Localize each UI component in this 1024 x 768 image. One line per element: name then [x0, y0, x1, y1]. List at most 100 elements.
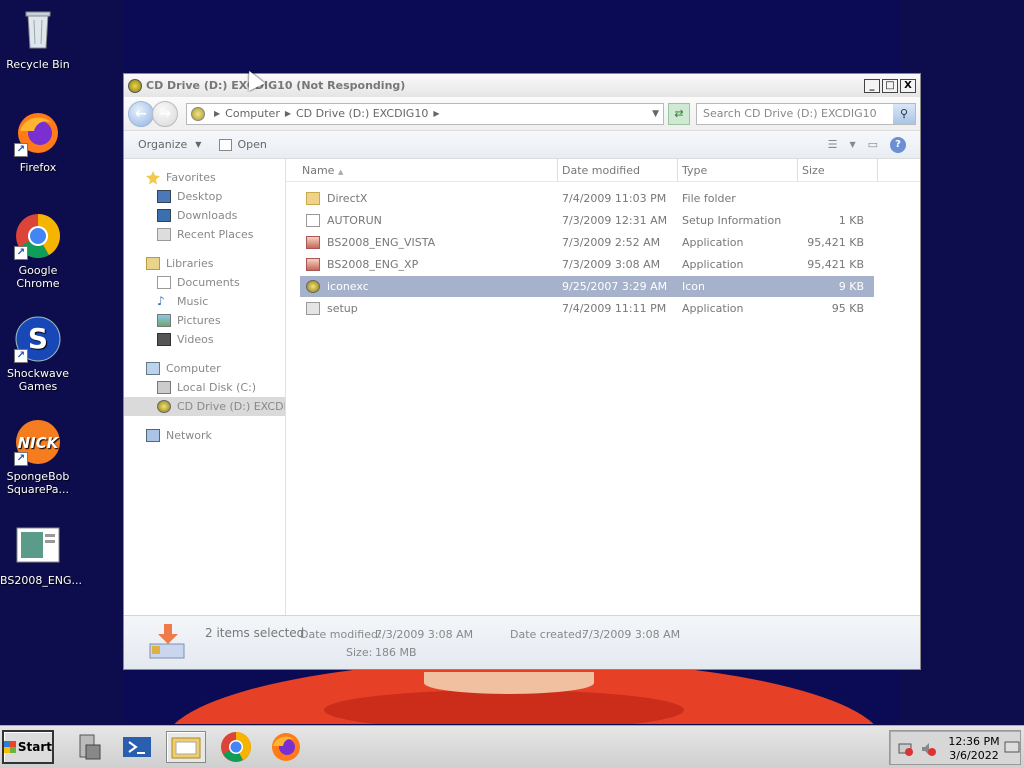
music-icon: ♪ — [157, 294, 165, 308]
open-icon — [219, 138, 233, 151]
date-created-value: 7/3/2009 3:08 AM — [582, 628, 681, 641]
taskbar-chrome[interactable] — [220, 731, 252, 763]
search-icon[interactable]: ⚲ — [893, 103, 915, 124]
file-type: File folder — [682, 192, 736, 205]
size-label: Size: — [346, 646, 373, 659]
desktop-icon-spongebob[interactable]: NICK ↗ SpongeBob SquarePa... — [0, 418, 76, 496]
file-size: 95,421 KB — [807, 258, 864, 271]
open-label: Open — [237, 138, 267, 151]
selection-count: 2 items selected — [205, 626, 305, 640]
close-button[interactable]: X — [900, 78, 916, 93]
breadcrumb-cd-drive[interactable]: CD Drive (D:) EXCDIG10 — [296, 107, 428, 120]
show-desktop-icon[interactable] — [1004, 741, 1020, 755]
nav-network[interactable]: Network — [124, 426, 285, 445]
preview-pane-icon[interactable]: ▭ — [868, 138, 878, 151]
forward-button[interactable]: → — [152, 100, 178, 127]
file-row[interactable]: setup 7/4/2009 11:11 PM Application 95 K… — [300, 298, 874, 319]
desktop-icon-firefox[interactable]: ↗ Firefox — [0, 109, 76, 174]
server-manager-icon — [79, 734, 101, 760]
nav-label: Libraries — [166, 257, 214, 270]
nav-label: Documents — [177, 276, 240, 289]
column-name[interactable]: Name ▲ — [286, 159, 558, 181]
file-row-selected[interactable]: iconexc 9/25/2007 3:29 AM Icon 9 KB — [300, 276, 874, 297]
chevron-down-icon[interactable]: ▼ — [849, 140, 855, 149]
column-label: Date modified — [562, 164, 640, 177]
navigation-pane: Favorites Desktop Downloads Recent Place… — [124, 159, 286, 615]
chevron-down-icon[interactable]: ▼ — [652, 109, 659, 119]
svg-text:NICK: NICK — [18, 434, 60, 452]
file-row[interactable]: BS2008_ENG_XP 7/3/2009 3:08 AM Applicati… — [300, 254, 874, 275]
nav-pictures[interactable]: Pictures — [124, 311, 285, 330]
folder-icon — [306, 192, 320, 205]
nav-computer[interactable]: Computer — [124, 359, 285, 378]
column-label: Type — [682, 164, 708, 177]
breadcrumb-computer[interactable]: Computer — [225, 107, 280, 120]
details-pane: 2 items selected Date modified: 7/3/2009… — [124, 615, 920, 669]
clock[interactable]: 12:36 PM 3/6/2022 — [946, 735, 1002, 763]
start-button[interactable]: Start — [2, 730, 54, 764]
taskbar-server-manager[interactable] — [72, 731, 104, 763]
nav-local-disk[interactable]: Local Disk (C:) — [124, 378, 285, 397]
view-options-icon[interactable]: ☰ — [828, 138, 838, 151]
wallpaper-collar — [324, 690, 684, 724]
nav-favorites[interactable]: Favorites — [124, 168, 285, 187]
chevron-right-icon: ▶ — [433, 109, 440, 118]
nav-label: Local Disk (C:) — [177, 381, 257, 394]
wallpaper-neck — [424, 672, 594, 694]
shortcut-arrow-icon: ↗ — [14, 143, 28, 157]
organize-label: Organize — [138, 138, 188, 151]
taskbar-powershell[interactable] — [121, 731, 153, 763]
column-size[interactable]: Size — [798, 159, 878, 181]
sort-arrow-icon: ▲ — [337, 168, 344, 176]
network-status-icon[interactable] — [898, 741, 914, 757]
setup-info-icon — [306, 214, 320, 227]
maximize-button[interactable]: □ — [882, 78, 898, 93]
search-placeholder: Search CD Drive (D:) EXCDIG10 — [703, 107, 877, 120]
application-icon — [306, 236, 320, 249]
desktop-icon-bs2008[interactable]: BS2008_ENG... — [0, 522, 82, 587]
nav-videos[interactable]: Videos — [124, 330, 285, 349]
downloads-folder-icon — [157, 209, 171, 222]
file-date: 7/4/2009 11:03 PM — [562, 192, 667, 205]
help-icon[interactable]: ? — [890, 136, 906, 153]
size-value: 186 MB — [375, 646, 417, 659]
organize-button[interactable]: Organize ▼ — [138, 138, 201, 151]
volume-muted-icon[interactable] — [920, 741, 936, 757]
command-bar: Organize ▼ Open ☰ ▼ ▭ ? — [124, 131, 920, 159]
nav-desktop[interactable]: Desktop — [124, 187, 285, 206]
desktop-icon-shockwave[interactable]: S ↗ Shockwave Games — [0, 315, 76, 393]
cd-drive-icon — [128, 78, 142, 93]
taskbar-firefox[interactable] — [270, 731, 302, 763]
chevron-down-icon: ▼ — [195, 140, 202, 149]
nav-recent-places[interactable]: Recent Places — [124, 225, 285, 244]
nav-libraries[interactable]: Libraries — [124, 254, 285, 273]
file-list: Name ▲ Date modified Type Size DirectX 7… — [286, 159, 920, 615]
search-input[interactable]: Search CD Drive (D:) EXCDIG10 ⚲ — [696, 102, 916, 125]
nav-cd-drive[interactable]: CD Drive (D:) EXCDIG — [124, 397, 285, 416]
computer-icon — [146, 362, 160, 375]
file-date: 9/25/2007 3:29 AM — [562, 280, 668, 293]
breadcrumb[interactable]: ▶ Computer ▶ CD Drive (D:) EXCDIG10 ▶ ▼ — [186, 102, 664, 125]
cd-drive-icon — [191, 106, 205, 121]
refresh-button[interactable]: ⇄ — [668, 102, 690, 125]
file-row[interactable]: BS2008_ENG_VISTA 7/3/2009 2:52 AM Applic… — [300, 232, 874, 253]
minimize-button[interactable]: _ — [864, 78, 880, 93]
nav-label: Computer — [166, 362, 221, 375]
column-date-modified[interactable]: Date modified — [558, 159, 678, 181]
column-type[interactable]: Type — [678, 159, 798, 181]
file-name: setup — [327, 302, 358, 315]
nav-downloads[interactable]: Downloads — [124, 206, 285, 225]
nav-documents[interactable]: Documents — [124, 273, 285, 292]
open-button[interactable]: Open — [219, 138, 267, 151]
file-row[interactable]: DirectX 7/4/2009 11:03 PM File folder — [300, 188, 874, 209]
desktop-icon-recycle-bin[interactable]: Recycle Bin — [0, 6, 76, 71]
file-type: Application — [682, 258, 744, 271]
nav-music[interactable]: ♪ Music — [124, 292, 285, 311]
taskbar-explorer[interactable] — [166, 731, 206, 763]
back-button[interactable]: ← — [128, 100, 154, 127]
column-headers: Name ▲ Date modified Type Size — [286, 159, 920, 182]
file-row[interactable]: AUTORUN 7/3/2009 12:31 AM Setup Informat… — [300, 210, 874, 231]
desktop-icon-chrome[interactable]: ↗ Google Chrome — [0, 212, 76, 290]
clock-time: 12:36 PM — [948, 735, 1000, 748]
nav-label: Desktop — [177, 190, 223, 203]
